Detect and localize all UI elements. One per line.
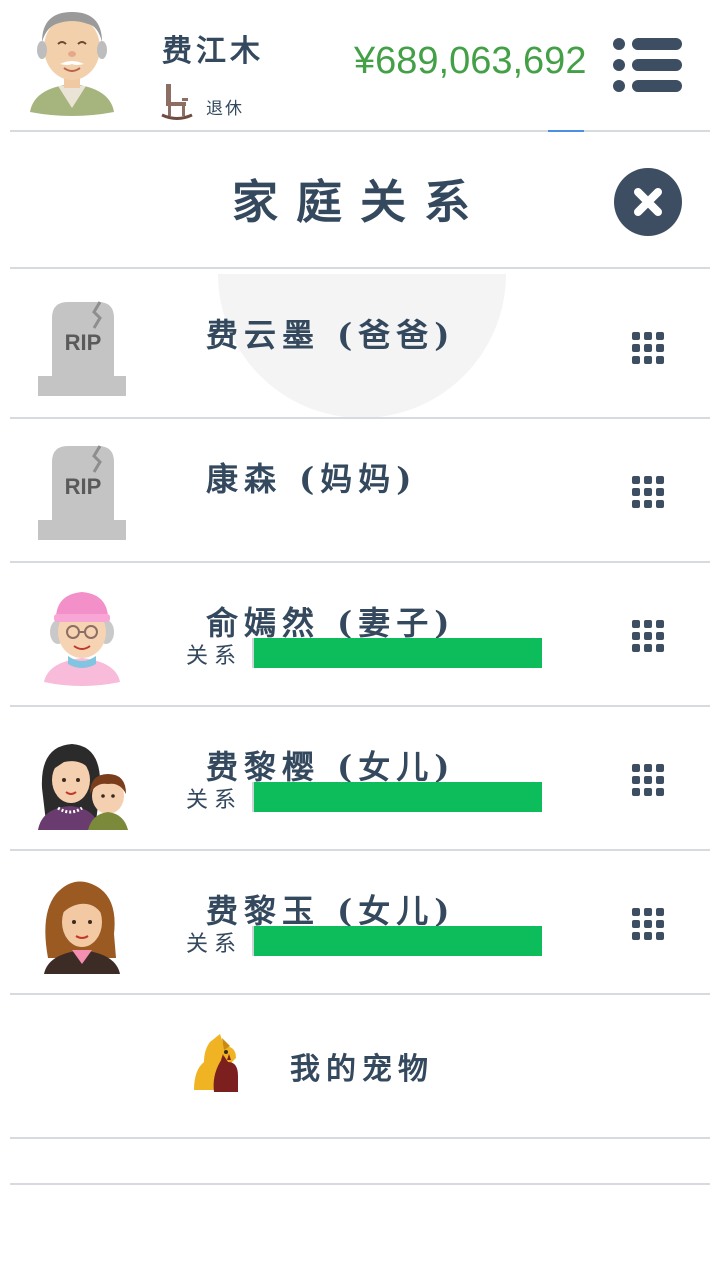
menu-icon[interactable] <box>612 36 684 94</box>
rip-text: RIP <box>65 330 102 355</box>
family-row-wife[interactable]: 俞嫣然 (妻子) 关系 <box>10 560 710 704</box>
family-row-daughter-2[interactable]: 费黎玉 (女儿) 关系 <box>10 848 710 992</box>
relationship-bar-fill <box>254 926 542 956</box>
grid-menu-icon[interactable] <box>630 906 666 942</box>
relationship-bar <box>252 926 542 956</box>
tab-indicator <box>548 130 584 132</box>
family-row-father[interactable]: RIP 费云墨 (爸爸) <box>10 272 710 416</box>
family-row-mother[interactable]: RIP 康森 (妈妈) <box>10 416 710 560</box>
money-balance: ¥689,063,692 <box>354 40 587 82</box>
family-member-name: 康森 (妈妈) <box>206 460 418 498</box>
relationship-bar-fill <box>254 638 542 668</box>
relationship-label: 关系 <box>186 788 243 813</box>
grid-menu-icon[interactable] <box>630 474 666 510</box>
grid-menu-icon[interactable] <box>630 330 666 366</box>
elderly-woman-avatar-icon <box>44 592 120 686</box>
dog-cat-icon <box>194 1034 238 1092</box>
my-pets-label: 我的宠物 <box>290 1052 434 1087</box>
rip-text: RIP <box>65 474 102 499</box>
relationship-label: 关系 <box>186 932 243 957</box>
family-member-name: 费云墨 (爸爸) <box>206 316 456 354</box>
young-woman-avatar-icon <box>44 881 120 974</box>
tombstone-icon: RIP <box>38 301 126 396</box>
old-man-avatar-icon <box>30 12 114 116</box>
title-divider <box>10 267 710 269</box>
tombstone-icon: RIP <box>38 445 126 540</box>
grid-menu-icon[interactable] <box>630 762 666 798</box>
row-divider <box>10 993 710 995</box>
close-button[interactable] <box>614 168 682 236</box>
my-pets-button[interactable]: 我的宠物 <box>10 996 710 1136</box>
player-name: 费江木 <box>162 34 264 69</box>
relationship-bar <box>252 782 542 812</box>
rocking-chair-icon <box>161 84 193 120</box>
relationship-label: 关系 <box>186 644 243 669</box>
row-divider <box>10 1183 710 1185</box>
top-bar: 费江木 退休 ¥689,063,692 <box>0 0 720 130</box>
grid-menu-icon[interactable] <box>630 618 666 654</box>
family-row-daughter-1[interactable]: 费黎樱 (女儿) 关系 <box>10 704 710 848</box>
dialog-title: 家庭关系 <box>232 175 488 229</box>
relationship-bar <box>252 638 542 668</box>
woman-with-child-avatar-icon <box>38 744 128 830</box>
status-label: 退休 <box>206 99 244 119</box>
header-divider <box>10 130 710 132</box>
relationship-bar-fill <box>254 782 542 812</box>
row-divider <box>10 1137 710 1139</box>
close-icon <box>634 188 662 216</box>
